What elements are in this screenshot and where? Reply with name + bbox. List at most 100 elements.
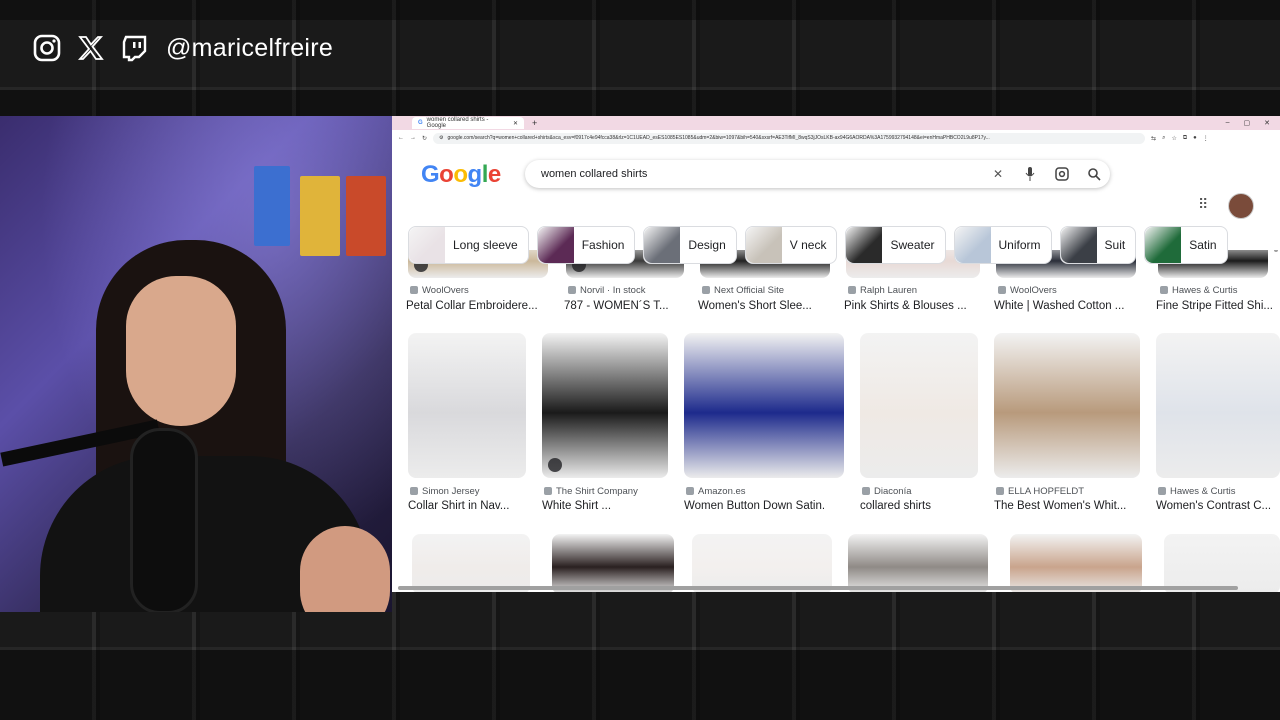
close-window-icon[interactable]: ✕ xyxy=(1264,119,1270,127)
result-source: Amazon.es xyxy=(686,486,746,497)
horizontal-scrollbar[interactable] xyxy=(398,586,1238,590)
google-apps-icon[interactable]: ⠿ xyxy=(1198,196,1208,213)
filter-chip[interactable]: Fashion xyxy=(536,226,636,264)
google-favicon-icon: G xyxy=(418,120,423,126)
filter-chip[interactable]: Satin xyxy=(1144,226,1228,264)
result-image[interactable] xyxy=(848,534,988,592)
result-source: Simon Jersey xyxy=(410,486,480,497)
result-image[interactable] xyxy=(408,333,526,478)
result-title[interactable]: Women's Short Slee... xyxy=(698,300,838,312)
chip-label: Design xyxy=(688,238,726,252)
filter-chip[interactable]: Long sleeve xyxy=(408,226,529,264)
result-image[interactable] xyxy=(1010,534,1142,592)
filter-chip[interactable]: V neck xyxy=(744,226,838,264)
menu-icon[interactable]: ⋮ xyxy=(1203,135,1209,142)
logo-letter: o xyxy=(439,161,454,188)
result-source: ELLA HOPFELDT xyxy=(996,486,1084,497)
filter-chip[interactable]: Suit xyxy=(1059,226,1137,264)
window-controls: – ▢ ✕ xyxy=(1226,119,1280,127)
logo-letter: g xyxy=(467,161,483,188)
result-image[interactable] xyxy=(994,333,1140,478)
zoom-icon[interactable]: ⌕ xyxy=(1162,135,1165,142)
result-source: Norvil · In stock xyxy=(568,285,645,296)
social-handle: @maricelfreire xyxy=(166,33,334,62)
result-title[interactable]: White | Washed Cotton ... xyxy=(994,300,1134,312)
chip-label: Long sleeve xyxy=(453,238,518,252)
chip-thumbnail xyxy=(537,227,574,263)
tab-title: women collared shirts - Google xyxy=(426,117,489,129)
result-title[interactable]: Fine Stripe Fitted Shi... xyxy=(1156,300,1280,312)
forward-icon[interactable]: → xyxy=(410,135,416,141)
result-source: WoolOvers xyxy=(998,285,1057,296)
instagram-icon xyxy=(32,33,62,63)
source-favicon-icon xyxy=(848,286,856,294)
result-title[interactable]: White Shirt ... xyxy=(542,500,682,512)
result-title[interactable]: Women Button Down Satin... xyxy=(684,500,824,512)
google-logo[interactable]: Google xyxy=(421,161,501,189)
bookmark-star-icon[interactable]: ☆ xyxy=(1171,135,1176,142)
social-overlay: @maricelfreire xyxy=(32,30,333,66)
browser-window: G women collared shirts - Google ✕ + – ▢… xyxy=(392,116,1280,592)
chip-thumbnail xyxy=(745,227,782,263)
maximize-icon[interactable]: ▢ xyxy=(1244,119,1251,127)
result-image[interactable] xyxy=(1156,333,1280,478)
tab-close-icon[interactable]: ✕ xyxy=(513,120,518,127)
result-title[interactable]: The Best Women's Whit... xyxy=(994,500,1134,512)
clear-icon[interactable]: ✕ xyxy=(982,167,1014,181)
source-name: Hawes & Curtis xyxy=(1170,486,1236,497)
result-image[interactable] xyxy=(692,534,832,592)
source-name: WoolOvers xyxy=(422,285,469,296)
filter-chips: Long sleeve Fashion Design V neck Sweater Uni… xyxy=(408,226,1228,264)
wall-poster xyxy=(300,176,340,256)
search-box[interactable]: women collared shirts ✕ xyxy=(525,160,1110,188)
x-icon xyxy=(76,33,106,63)
search-icon[interactable] xyxy=(1078,167,1110,181)
result-title[interactable]: Women's Contrast C... xyxy=(1156,500,1280,512)
streamer-hand xyxy=(300,526,390,612)
lens-search-icon[interactable] xyxy=(1046,167,1078,181)
source-name: Simon Jersey xyxy=(422,486,480,497)
source-name: Next Official Site xyxy=(714,285,785,296)
logo-letter: o xyxy=(453,161,468,188)
result-title[interactable]: Pink Shirts & Blouses ... xyxy=(844,300,984,312)
wall-poster xyxy=(346,176,386,256)
site-info-icon[interactable]: ⚙ xyxy=(439,135,443,141)
back-icon[interactable]: ← xyxy=(398,135,404,141)
minimize-icon[interactable]: – xyxy=(1226,119,1230,127)
result-image[interactable] xyxy=(860,333,978,478)
filter-chip[interactable]: Design xyxy=(643,226,737,264)
new-tab-button[interactable]: + xyxy=(532,118,537,128)
filter-chip[interactable]: Uniform xyxy=(953,226,1052,264)
extensions-icon[interactable]: ⧉ xyxy=(1183,135,1187,142)
source-name: Hawes & Curtis xyxy=(1172,285,1238,296)
result-source: Hawes & Curtis xyxy=(1160,285,1237,296)
result-image[interactable] xyxy=(552,534,674,592)
account-avatar[interactable] xyxy=(1228,193,1254,219)
source-name: Diaconía xyxy=(874,486,912,497)
reload-icon[interactable]: ↻ xyxy=(422,135,427,142)
chip-label: V neck xyxy=(789,238,827,252)
chip-thumbnail xyxy=(1145,227,1182,263)
filter-chip[interactable]: Sweater xyxy=(845,226,946,264)
result-title[interactable]: 787 - WOMEN´S T... xyxy=(564,300,704,312)
result-source: Diaconía xyxy=(862,486,912,497)
result-image[interactable] xyxy=(412,534,530,592)
source-favicon-icon xyxy=(1158,487,1166,495)
source-favicon-icon xyxy=(686,487,694,495)
result-image[interactable] xyxy=(684,333,844,478)
voice-search-icon[interactable] xyxy=(1014,167,1046,181)
result-title[interactable]: Collar Shirt in Nav... xyxy=(408,500,548,512)
source-name: Norvil · In stock xyxy=(580,285,646,296)
translate-icon[interactable]: ⇆ xyxy=(1151,135,1156,142)
result-title[interactable]: Petal Collar Embroidere... xyxy=(406,300,546,312)
source-favicon-icon xyxy=(702,286,710,294)
result-image[interactable] xyxy=(542,333,668,478)
result-title[interactable]: collared shirts xyxy=(860,500,1000,512)
profile-icon[interactable]: ● xyxy=(1193,135,1197,141)
search-input[interactable]: women collared shirts xyxy=(541,168,982,180)
result-image[interactable] xyxy=(1164,534,1280,592)
chip-label: Fashion xyxy=(581,238,625,252)
address-bar[interactable]: ⚙ google.com/search?q=women+collared+shi… xyxy=(433,132,1146,144)
browser-tab[interactable]: G women collared shirts - Google ✕ xyxy=(412,117,524,129)
chip-thumbnail xyxy=(1060,227,1097,263)
